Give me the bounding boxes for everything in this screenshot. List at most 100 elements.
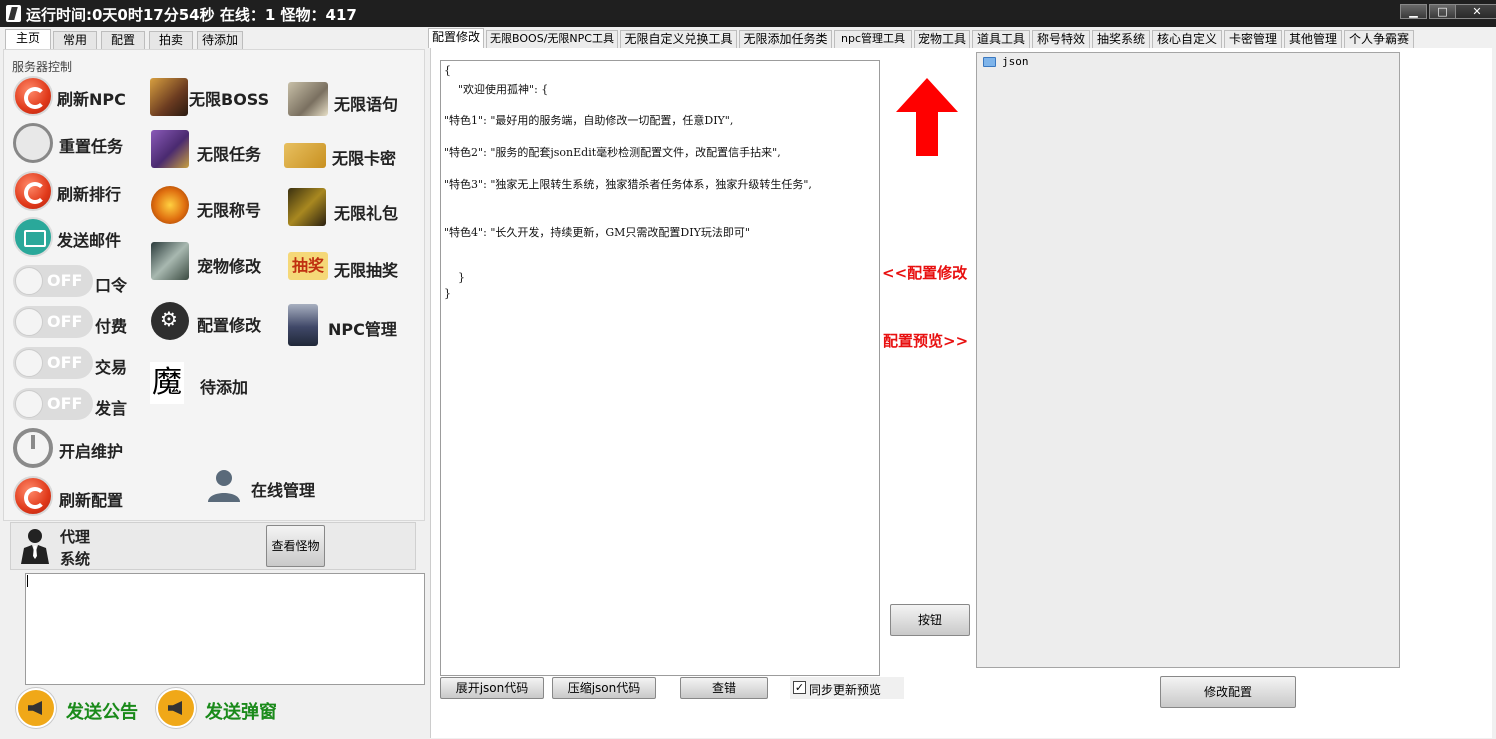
maximize-button[interactable]: □: [1429, 4, 1456, 19]
close-button[interactable]: ✕: [1455, 4, 1496, 19]
tab-config-edit[interactable]: 配置修改: [428, 28, 484, 48]
expand-json-button[interactable]: 展开json代码: [440, 677, 544, 699]
tab-task-class[interactable]: 无限添加任务类: [739, 30, 832, 48]
tree-node-json[interactable]: json: [1002, 55, 1029, 68]
infinite-title-label: 无限称号: [197, 201, 262, 220]
infinite-lottery-label: 无限抽奖: [334, 261, 399, 280]
tab-lottery-system[interactable]: 抽奖系统: [1092, 30, 1150, 48]
text-cursor: [27, 575, 28, 587]
infinite-sentence-label: 无限语句: [334, 95, 399, 114]
npc-manage-button[interactable]: NPC管理: [288, 304, 408, 346]
infinite-boss-button[interactable]: 无限BOSS: [150, 76, 270, 118]
tab-pending[interactable]: 待添加: [197, 31, 243, 49]
maintenance-button[interactable]: 开启维护: [13, 428, 133, 470]
infinite-task-button[interactable]: 无限任务: [150, 130, 270, 172]
online-manage-button[interactable]: 在线管理: [205, 468, 325, 504]
view-monsters-button[interactable]: 查看怪物: [266, 525, 325, 567]
infinite-sentence-button[interactable]: 无限语句: [288, 82, 408, 122]
tab-item-tool[interactable]: 道具工具: [972, 30, 1030, 48]
lottery-badge-icon: 抽奖: [288, 252, 328, 280]
check-errors-button[interactable]: 查错: [680, 677, 768, 699]
refresh-config-button[interactable]: 刷新配置: [13, 476, 133, 518]
boss-icon: [150, 78, 188, 116]
trade-label: 交易: [95, 358, 128, 377]
infinite-title-button[interactable]: 无限称号: [150, 186, 270, 228]
toggle-state: OFF: [47, 271, 83, 290]
code-line: "欢迎使用孤神": {: [444, 83, 549, 96]
sync-preview-label: 同步更新预览: [809, 683, 882, 697]
task-scroll-icon: [151, 130, 189, 168]
tab-config[interactable]: 配置: [101, 31, 145, 49]
toggle-knob: [15, 267, 43, 295]
send-announcement-button[interactable]: 发送公告: [16, 688, 156, 732]
refresh-rank-button[interactable]: 刷新排行: [13, 171, 133, 213]
payment-toggle[interactable]: OFF: [13, 306, 93, 338]
config-preview-hint: 配置预览>>: [883, 332, 969, 350]
tab-card-manage[interactable]: 卡密管理: [1224, 30, 1282, 48]
agent-person-icon: [21, 529, 49, 564]
demon-glyph-icon: 魔: [150, 362, 184, 404]
trade-toggle[interactable]: OFF: [13, 347, 93, 379]
pet-edit-button[interactable]: 宠物修改: [150, 242, 270, 284]
tab-common[interactable]: 常用: [53, 31, 97, 49]
tab-personal-contest[interactable]: 个人争霸赛: [1344, 30, 1414, 48]
modify-config-button[interactable]: 修改配置: [1160, 676, 1296, 708]
infinite-card-button[interactable]: 无限卡密: [284, 140, 404, 172]
pending-add-label: 待添加: [200, 378, 249, 397]
tab-exchange-tool[interactable]: 无限自定义兑换工具: [620, 30, 737, 48]
tab-home[interactable]: 主页: [5, 29, 51, 49]
json-editor[interactable]: { "欢迎使用孤神": { "特色1": "最好用的服务端，自助修改一切配置，任…: [440, 60, 880, 676]
password-toggle[interactable]: OFF: [13, 265, 93, 297]
refresh-npc-button[interactable]: 刷新NPC: [13, 76, 133, 118]
payment-label: 付费: [95, 317, 128, 336]
tab-boss-npc-tool[interactable]: 无限BOOS/无限NPC工具: [486, 30, 618, 48]
window-title: 运行时间:0天0时17分54秒 在线：1 怪物：417: [26, 6, 357, 24]
tab-auction[interactable]: 拍卖: [149, 31, 193, 49]
toggle-state: OFF: [47, 353, 83, 372]
up-arrow-icon: [896, 78, 958, 156]
pending-add-button[interactable]: 魔 待添加: [150, 362, 270, 406]
send-mail-button[interactable]: 发送邮件: [13, 217, 133, 259]
infinite-gift-button[interactable]: 无限礼包: [288, 188, 408, 230]
online-manage-label: 在线管理: [251, 481, 316, 500]
refresh-icon: [13, 171, 53, 211]
maintenance-label: 开启维护: [59, 442, 124, 461]
refresh-config-label: 刷新配置: [59, 491, 124, 510]
code-line: "特色1": "最好用的服务端，自助修改一切配置，任意DIY",: [444, 114, 734, 127]
code-line: "特色2": "服务的配套jsonEdit毫秒检测配置文件，改配置信手拈来",: [444, 146, 781, 159]
user-icon: [208, 470, 240, 502]
infinite-lottery-button[interactable]: 抽奖 无限抽奖: [288, 250, 408, 282]
treasure-chest-icon: [288, 188, 326, 226]
compress-json-button[interactable]: 压缩json代码: [552, 677, 656, 699]
generic-button[interactable]: 按钮: [890, 604, 970, 636]
config-edit-button[interactable]: 配置修改: [150, 302, 270, 344]
card-icon: [284, 143, 326, 168]
tab-other-manage[interactable]: 其他管理: [1284, 30, 1342, 48]
pet-panda-icon: [151, 242, 189, 280]
infinite-task-label: 无限任务: [197, 145, 262, 164]
toggle-state: OFF: [47, 394, 83, 413]
power-icon: [13, 428, 53, 468]
refresh-icon: [13, 76, 53, 116]
refresh-npc-label: 刷新NPC: [57, 90, 126, 109]
mail-icon: [13, 217, 53, 257]
send-popup-label: 发送弹窗: [205, 702, 277, 723]
message-input[interactable]: [25, 573, 425, 685]
tab-pet-tool[interactable]: 宠物工具: [914, 30, 970, 48]
sync-preview-checkbox[interactable]: ✓: [793, 681, 806, 694]
password-label: 口令: [95, 276, 128, 295]
tab-core-custom[interactable]: 核心自定义: [1152, 30, 1222, 48]
json-tree-view[interactable]: [976, 52, 1400, 668]
reset-task-button[interactable]: 重置任务: [13, 123, 133, 165]
chat-toggle[interactable]: OFF: [13, 388, 93, 420]
code-line: }: [444, 287, 451, 300]
tab-npc-tool[interactable]: npc管理工具: [834, 30, 912, 48]
npc-manage-label: NPC管理: [328, 320, 397, 339]
tab-title-effect[interactable]: 称号特效: [1032, 30, 1090, 48]
code-line: "特色4": "长久开发，持续更新，GM只需改配置DIY玩法即可": [444, 226, 750, 239]
settings-gear-icon: [151, 302, 189, 340]
send-mail-label: 发送邮件: [57, 231, 122, 250]
refresh-icon: [13, 476, 53, 516]
minimize-button[interactable]: ▁: [1400, 4, 1427, 19]
send-popup-button[interactable]: 发送弹窗: [156, 688, 296, 732]
